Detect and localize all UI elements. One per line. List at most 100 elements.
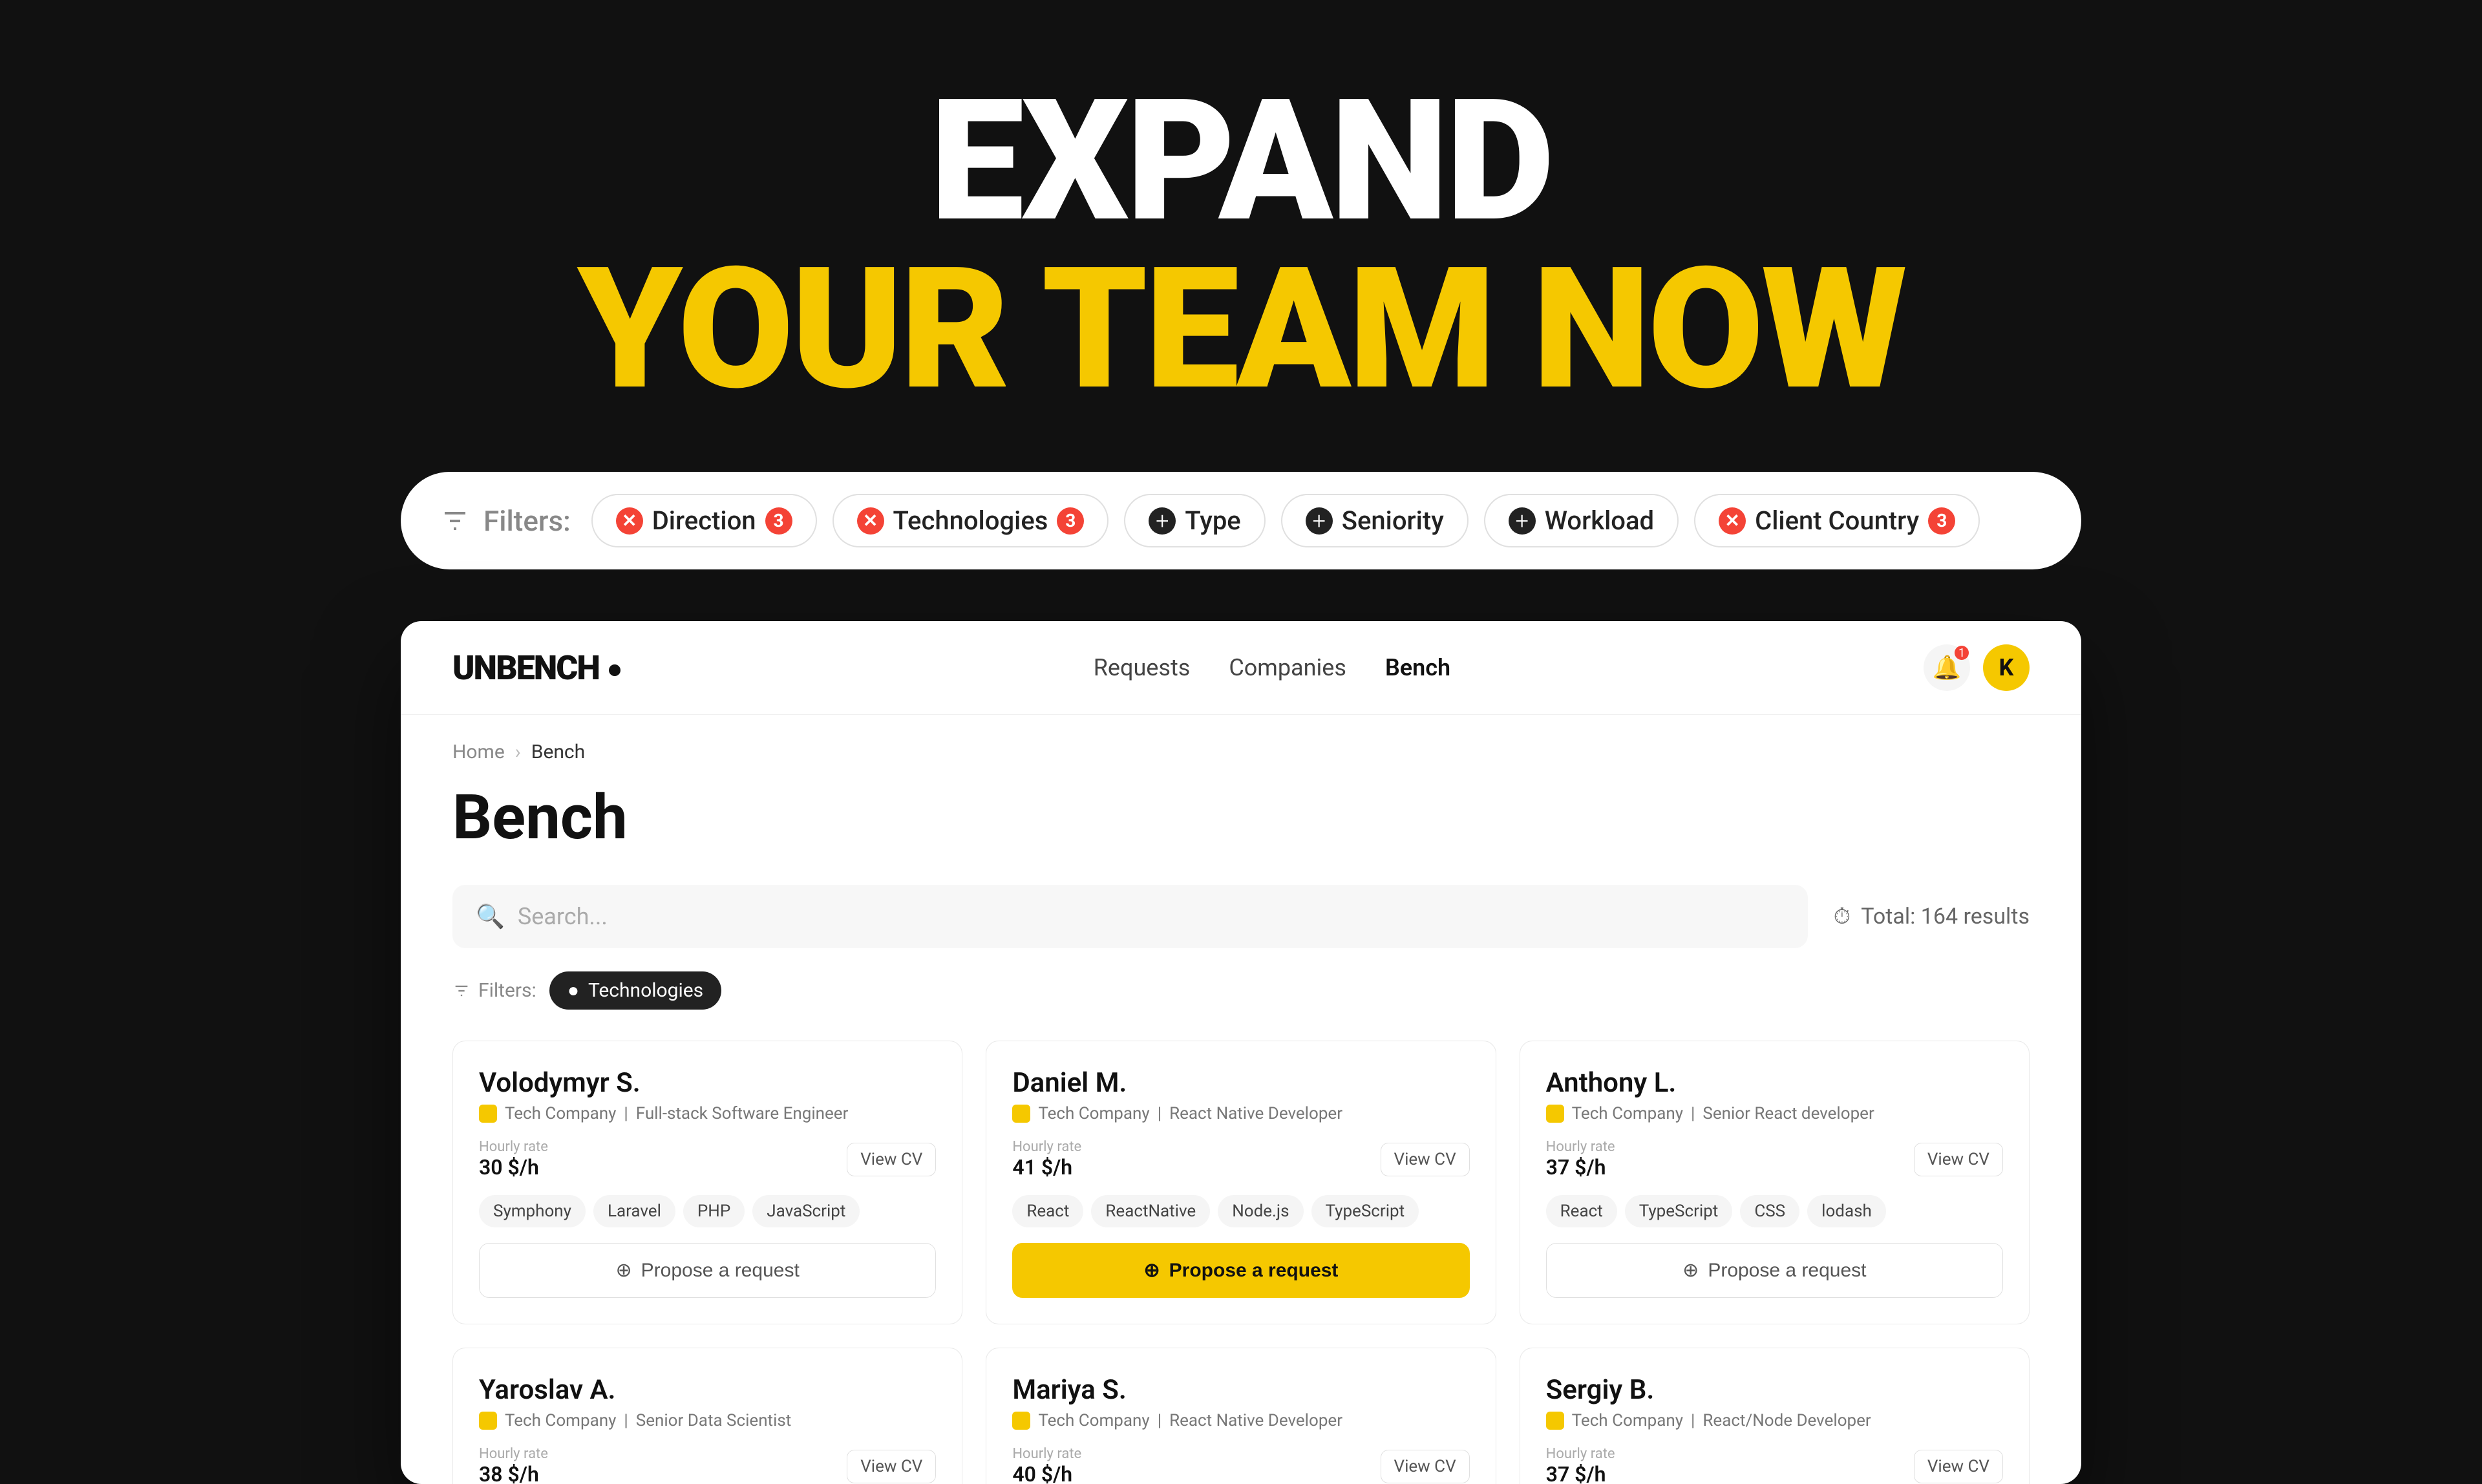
- card-4-rate-row: Hourly rate 38 $/h View CV: [479, 1446, 936, 1484]
- card-2-company: Tech Company | React Native Developer: [1012, 1104, 1469, 1123]
- card-1-company: Tech Company | Full-stack Software Engin…: [479, 1104, 936, 1123]
- total-results: ⏱ Total: 164 results: [1834, 904, 2030, 929]
- card-yaroslav: Yaroslav A. Tech Company | Senior Data S…: [452, 1348, 962, 1484]
- company-icon-3: [1546, 1105, 1564, 1123]
- app-logo: UNBENCH: [452, 648, 620, 688]
- card-2-name: Daniel M.: [1012, 1067, 1469, 1099]
- card-5-name: Mariya S.: [1012, 1374, 1469, 1406]
- propose-icon-2: ⊕: [1144, 1259, 1160, 1282]
- chip-type-plus: +: [1149, 507, 1176, 535]
- card-1-propose-btn[interactable]: ⊕ Propose a request: [479, 1243, 936, 1298]
- card-6-header: Sergiy B. Tech Company | React/Node Deve…: [1546, 1374, 2003, 1430]
- card-3-name: Anthony L.: [1546, 1067, 2003, 1099]
- card-1-rate-row: Hourly rate 30 $/h View CV: [479, 1139, 936, 1180]
- card-1-header: Volodymyr S. Tech Company | Full-stack S…: [479, 1067, 936, 1123]
- card-anthony: Anthony L. Tech Company | Senior React d…: [1520, 1041, 2030, 1324]
- search-box[interactable]: 🔍 Search...: [452, 885, 1808, 948]
- app-content: Home › Bench Bench 🔍 Search... ⏱ Total: …: [401, 715, 2081, 1484]
- chip-seniority-plus: +: [1306, 507, 1333, 535]
- card-volodymyr: Volodymyr S. Tech Company | Full-stack S…: [452, 1041, 962, 1324]
- logo-dot: [609, 664, 620, 676]
- nav-bench[interactable]: Bench: [1385, 654, 1450, 681]
- card-4-name: Yaroslav A.: [479, 1374, 936, 1406]
- chip-technologies-close[interactable]: ✕: [857, 507, 884, 535]
- card-5-rate-row: Hourly rate 40 $/h View CV: [1012, 1446, 1469, 1484]
- company-icon-2: [1012, 1105, 1030, 1123]
- notification-badge: 1: [1955, 646, 1969, 660]
- headline-section: EXPAND YOUR TEAM NOW: [577, 78, 1905, 414]
- card-mariya: Mariya S. Tech Company | React Native De…: [986, 1348, 1496, 1484]
- filters-icon: [440, 505, 471, 536]
- nav-icons: 🔔 1 K: [1924, 644, 2030, 691]
- results-icon: ⏱: [1834, 904, 1851, 929]
- card-5-company: Tech Company | React Native Developer: [1012, 1411, 1469, 1430]
- nav-companies[interactable]: Companies: [1229, 654, 1346, 681]
- filter-bar-label: Filters:: [440, 504, 571, 538]
- headline-line1: EXPAND: [577, 78, 1905, 246]
- company-icon-4: [479, 1412, 497, 1430]
- chip-direction[interactable]: ✕ Direction 3: [591, 494, 817, 547]
- propose-icon-3: ⊕: [1682, 1259, 1699, 1282]
- card-1-name: Volodymyr S.: [479, 1067, 936, 1099]
- nav-user-btn[interactable]: K: [1983, 644, 2030, 691]
- chip-client-country-count: 3: [1928, 507, 1955, 535]
- chip-direction-close[interactable]: ✕: [616, 507, 643, 535]
- inner-filters-row: Filters: ● Technologies: [452, 971, 2030, 1010]
- card-6-rate-row: Hourly rate 37 $/h View CV: [1546, 1446, 2003, 1484]
- user-initial: K: [1999, 654, 2014, 681]
- card-6-name: Sergiy B.: [1546, 1374, 2003, 1406]
- search-icon: 🔍: [476, 903, 505, 930]
- app-nav: UNBENCH Requests Companies Bench 🔔 1 K: [401, 621, 2081, 715]
- card-2-rate-row: Hourly rate 41 $/h View CV: [1012, 1139, 1469, 1180]
- card-1-view-cv[interactable]: View CV: [847, 1143, 936, 1176]
- nav-requests[interactable]: Requests: [1094, 654, 1191, 681]
- card-2-header: Daniel M. Tech Company | React Native De…: [1012, 1067, 1469, 1123]
- search-row: 🔍 Search... ⏱ Total: 164 results: [452, 885, 2030, 948]
- card-3-rate-row: Hourly rate 37 $/h View CV: [1546, 1139, 2003, 1180]
- nav-links: Requests Companies Bench: [1094, 654, 1450, 681]
- card-3-company: Tech Company | Senior React developer: [1546, 1104, 2003, 1123]
- company-icon-1: [479, 1105, 497, 1123]
- card-6-view-cv[interactable]: View CV: [1914, 1450, 2003, 1483]
- inner-filter-icon: [452, 982, 471, 1000]
- card-4-company: Tech Company | Senior Data Scientist: [479, 1411, 936, 1430]
- company-icon-5: [1012, 1412, 1030, 1430]
- app-window: UNBENCH Requests Companies Bench 🔔 1 K H…: [401, 621, 2081, 1484]
- nav-notifications-btn[interactable]: 🔔 1: [1924, 644, 1970, 691]
- tech-chip-icon: ●: [567, 979, 579, 1002]
- page-title: Bench: [452, 781, 2030, 854]
- card-4-header: Yaroslav A. Tech Company | Senior Data S…: [479, 1374, 936, 1430]
- card-3-view-cv[interactable]: View CV: [1914, 1143, 2003, 1176]
- card-3-propose-btn[interactable]: ⊕ Propose a request: [1546, 1243, 2003, 1298]
- card-2-propose-btn[interactable]: ⊕ Propose a request: [1012, 1243, 1469, 1298]
- breadcrumb: Home › Bench: [452, 741, 2030, 763]
- card-2-tags: React ReactNative Node.js TypeScript: [1012, 1195, 1469, 1227]
- filter-chips-container: ✕ Direction 3 ✕ Technologies 3 + Type + …: [591, 494, 1980, 547]
- chip-seniority[interactable]: + Seniority: [1281, 494, 1469, 547]
- card-daniel: Daniel M. Tech Company | React Native De…: [986, 1041, 1496, 1324]
- chip-technologies-count: 3: [1057, 507, 1084, 535]
- chip-direction-count: 3: [765, 507, 792, 535]
- headline-line2: YOUR TEAM NOW: [577, 246, 1905, 414]
- chip-client-country-close[interactable]: ✕: [1719, 507, 1746, 535]
- inner-filter-label: Filters:: [452, 979, 536, 1002]
- filter-bar: Filters: ✕ Direction 3 ✕ Technologies 3 …: [401, 472, 2081, 569]
- card-sergiy: Sergiy B. Tech Company | React/Node Deve…: [1520, 1348, 2030, 1484]
- chip-type[interactable]: + Type: [1124, 494, 1265, 547]
- tech-filter-chip[interactable]: ● Technologies: [549, 971, 721, 1010]
- chip-client-country[interactable]: ✕ Client Country 3: [1694, 494, 1980, 547]
- company-icon-6: [1546, 1412, 1564, 1430]
- search-placeholder: Search...: [518, 903, 608, 930]
- chip-workload[interactable]: + Workload: [1484, 494, 1679, 547]
- propose-icon-1: ⊕: [616, 1259, 632, 1282]
- card-2-view-cv[interactable]: View CV: [1381, 1143, 1470, 1176]
- card-5-view-cv[interactable]: View CV: [1381, 1450, 1470, 1483]
- card-6-company: Tech Company | React/Node Developer: [1546, 1411, 2003, 1430]
- card-4-view-cv[interactable]: View CV: [847, 1450, 936, 1483]
- chip-technologies[interactable]: ✕ Technologies 3: [833, 494, 1109, 547]
- card-3-header: Anthony L. Tech Company | Senior React d…: [1546, 1067, 2003, 1123]
- chip-workload-plus: +: [1509, 507, 1536, 535]
- card-3-tags: React TypeScript CSS lodash: [1546, 1195, 2003, 1227]
- card-1-tags: Symphony Laravel PHP JavaScript: [479, 1195, 936, 1227]
- cards-grid: Volodymyr S. Tech Company | Full-stack S…: [452, 1041, 2030, 1484]
